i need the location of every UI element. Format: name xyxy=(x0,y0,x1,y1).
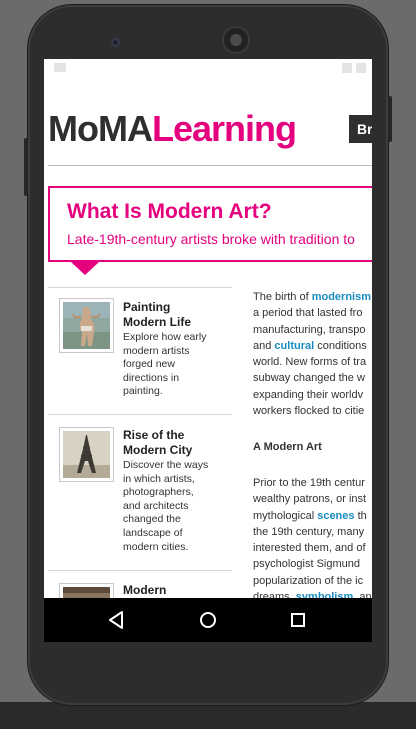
article-line: manufacturing, transpo xyxy=(253,323,366,336)
desc-line: Explore how early xyxy=(123,331,207,343)
desc-line: forged new xyxy=(123,358,175,371)
card-title[interactable]: Rise of the Modern City xyxy=(123,428,228,458)
card-title[interactable]: Modern xyxy=(123,583,228,598)
article-line: psychologist Sigmund xyxy=(253,558,361,571)
back-icon xyxy=(109,611,123,629)
recents-icon xyxy=(291,613,305,627)
recents-button[interactable] xyxy=(276,598,320,642)
article-body: The birth of modernism a period that las… xyxy=(253,289,372,419)
card-title-line: Rise of the xyxy=(123,428,185,442)
notification-icon xyxy=(54,63,66,72)
screen: MoMALearning Br What Is Modern Art? Late… xyxy=(44,59,372,642)
battery-icon xyxy=(356,63,366,73)
site-header: MoMALearning Br xyxy=(44,105,372,149)
desc-line: changed the xyxy=(123,513,181,526)
city-thumbnail[interactable] xyxy=(59,427,114,482)
card-title[interactable]: Painting Modern Life xyxy=(123,300,228,330)
article-line: workers flocked to citie xyxy=(253,405,365,418)
logo-learning: Learning xyxy=(151,108,297,149)
bather-painting-image xyxy=(63,302,110,349)
card-title-line: Painting xyxy=(123,300,171,314)
article-line: wealthy patrons, or inst xyxy=(253,493,367,506)
card-description: Explore how early modern artists forged … xyxy=(123,331,223,399)
hero-box: What Is Modern Art? Late-19th-century ar… xyxy=(48,186,372,262)
desc-line: and architects xyxy=(123,499,189,512)
bottom-strip xyxy=(0,702,416,729)
sidebar-item-painting-modern-life[interactable]: Painting Modern Life Explore how early m… xyxy=(48,287,232,415)
article-line: interested them, and of xyxy=(253,542,366,555)
article-line: The birth of modernism xyxy=(253,289,372,305)
power-button xyxy=(24,138,28,196)
card-title-line: Modern Life xyxy=(123,315,191,329)
desc-line: modern artists xyxy=(123,344,190,357)
desc-line: painting. xyxy=(123,385,163,398)
moma-learning-logo[interactable]: MoMALearning xyxy=(48,108,297,149)
header-divider xyxy=(48,165,372,166)
android-nav-bar xyxy=(44,598,372,642)
text: th xyxy=(354,509,367,522)
speaker-grille xyxy=(222,26,250,54)
sidebar: Painting Modern Life Explore how early m… xyxy=(48,287,232,642)
text: conditions xyxy=(314,339,367,352)
desc-line: Discover the ways xyxy=(123,459,209,471)
page-subtitle: Late-19th-century artists broke with tra… xyxy=(67,231,355,247)
page-title: What Is Modern Art? xyxy=(67,200,272,223)
keyword-link-cultural[interactable]: cultural xyxy=(274,340,314,352)
logo-moma: MoMA xyxy=(48,108,153,149)
card-title-line: Modern City xyxy=(123,443,193,457)
sidebar-item-rise-of-modern-city[interactable]: Rise of the Modern City Discover the way… xyxy=(48,415,232,571)
article-line: a period that lasted fro xyxy=(253,307,363,320)
desc-line: modern cities. xyxy=(123,540,189,553)
home-button[interactable] xyxy=(186,598,230,642)
desc-line: landscape of xyxy=(123,526,183,539)
keyword-link-scenes[interactable]: scenes xyxy=(317,510,354,522)
volume-button xyxy=(388,96,392,142)
article-line: expanding their worldv xyxy=(253,388,364,401)
article-body-2: Prior to the 19th centur wealthy patrons… xyxy=(253,475,372,605)
back-button[interactable] xyxy=(95,598,139,642)
home-icon xyxy=(200,612,216,628)
hero-pointer xyxy=(71,262,99,275)
text: The birth of xyxy=(253,291,312,303)
article-line: mythological scenes th xyxy=(253,508,372,524)
article-line: and cultural conditions xyxy=(253,338,372,354)
eiffel-tower-photo xyxy=(63,431,110,478)
card-title-line: Modern xyxy=(123,583,167,597)
card-description: Discover the ways in which artists, phot… xyxy=(123,459,223,554)
desc-line: directions in xyxy=(123,371,180,384)
article-line: subway changed the w xyxy=(253,372,365,385)
section-heading: A Modern Art xyxy=(253,441,322,453)
article-paragraph-1: The birth of modernism a period that las… xyxy=(253,289,372,419)
status-bar xyxy=(44,59,372,81)
desc-line: photographers, xyxy=(123,486,194,499)
status-icons xyxy=(342,63,366,73)
article-line: popularization of the ic xyxy=(253,574,364,587)
text: mythological xyxy=(253,509,318,522)
article-line: world. New forms of tra xyxy=(253,356,367,369)
browse-button[interactable]: Br xyxy=(349,115,372,143)
text: and xyxy=(253,339,275,352)
article-line: the 19th century, many xyxy=(253,525,365,538)
article-line: Prior to the 19th centur xyxy=(253,477,365,489)
keyword-link-modernism[interactable]: modernism xyxy=(312,291,371,303)
front-camera xyxy=(111,38,120,47)
signal-icon xyxy=(342,63,352,73)
painting-thumbnail[interactable] xyxy=(59,298,114,353)
desc-line: in which artists, xyxy=(123,472,195,485)
